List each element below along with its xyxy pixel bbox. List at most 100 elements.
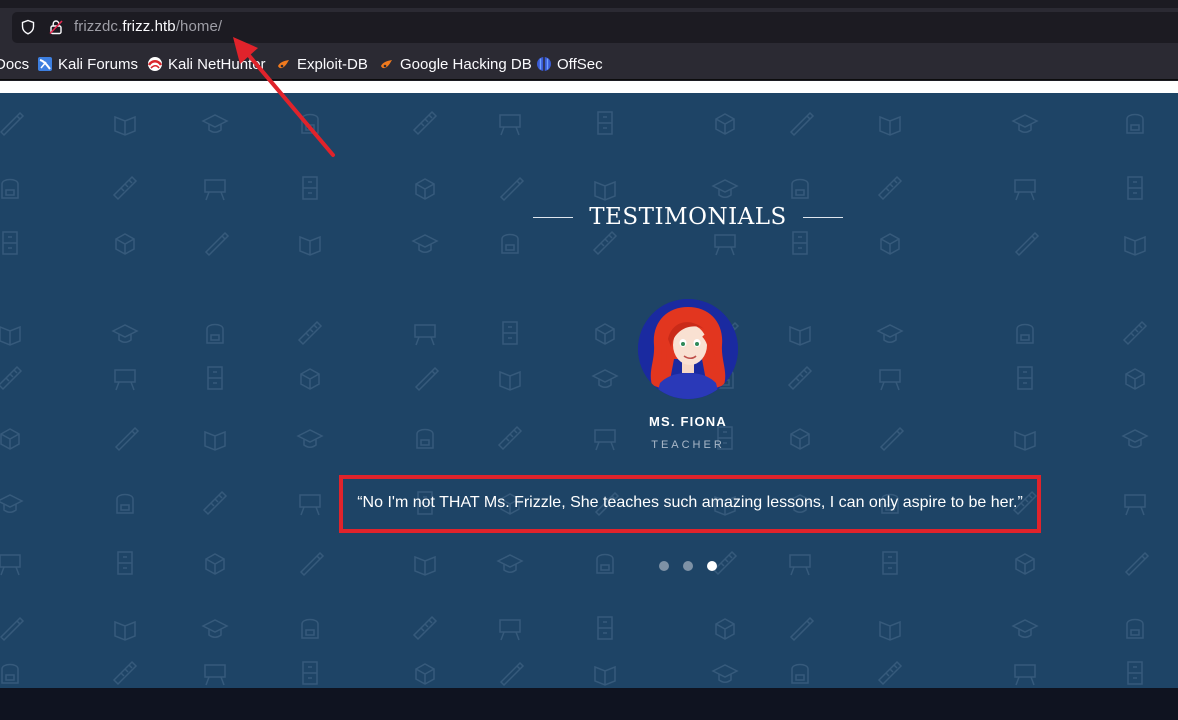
doodle-icon [414, 555, 436, 576]
testimonial-author-role: TEACHER [651, 439, 725, 451]
doodle-icon [879, 115, 901, 136]
doodle-icon [715, 618, 735, 640]
bookmark-label: Docs [0, 55, 30, 73]
doodle-icon [1124, 494, 1146, 516]
bookmark-kali-forums[interactable]: Kali Forums [37, 54, 138, 74]
doodle-icon [0, 365, 23, 391]
doodle-icon [302, 661, 318, 685]
testimonial-author-name: MS. FIONA [649, 414, 727, 429]
doodle-icon [416, 428, 434, 449]
doodle-icon [792, 231, 808, 255]
doodle-icon [1122, 320, 1148, 346]
doodle-icon [0, 325, 21, 346]
doodle-icon [711, 179, 739, 198]
bookmark-label: Exploit-DB [297, 55, 368, 73]
carousel-dot-2[interactable] [683, 561, 693, 571]
doodle-icon [1125, 368, 1145, 390]
window-top-strip [0, 0, 1178, 8]
doodle-icon [789, 325, 811, 346]
doodle-icon [791, 663, 809, 684]
carousel-dot-3[interactable] [707, 561, 717, 571]
doodle-icon [414, 324, 436, 346]
doodle-icon [412, 615, 438, 641]
testimonial-quote: “No I'm not THAT Ms. Frizzle, She teache… [357, 494, 1023, 511]
bookmark-exploit-db[interactable]: Exploit-DB [276, 54, 368, 74]
doodle-icon [499, 619, 521, 641]
bookmark-label: Kali Forums [58, 55, 139, 73]
address-bar[interactable]: frizzdc.frizz.htb/home/ [12, 12, 1178, 43]
doodle-icon [496, 554, 524, 573]
connection-lock-icon[interactable] [48, 19, 64, 35]
doodle-icon [112, 660, 138, 686]
doodle-icon [1126, 113, 1144, 134]
school-doodle-pattern [0, 110, 1150, 687]
doodle-icon [877, 175, 903, 201]
doodle-icon [412, 110, 438, 136]
doodle-icon [882, 551, 898, 575]
doodle-icon [596, 553, 614, 574]
doodle-icon [1014, 664, 1036, 686]
doodle-icon [499, 661, 525, 687]
bookmarks-toolbar: Docs Kali Forums Kali NetHunter Exploit-… [0, 48, 1178, 80]
doodle-icon [207, 366, 223, 390]
doodle-icon [714, 234, 736, 256]
doodle-icon [111, 324, 139, 343]
kali-forums-icon [38, 57, 52, 71]
doodle-icon [299, 235, 321, 256]
doodle-icon [715, 113, 735, 135]
doodle-icon [1124, 551, 1150, 577]
doodle-icon [791, 178, 809, 199]
url-text[interactable]: frizzdc.frizz.htb/home/ [74, 18, 222, 35]
doodle-icon [1015, 553, 1035, 575]
offsec-icon [537, 57, 551, 71]
doodle-icon [414, 366, 440, 392]
doodle-icon [299, 494, 321, 516]
doodle-icon [1014, 430, 1036, 451]
doodle-icon [301, 618, 319, 639]
quote-highlight-box: “No I'm not THAT Ms. Frizzle, She teache… [339, 475, 1041, 533]
page-bottom-band [0, 688, 1178, 720]
doodle-icon [204, 664, 226, 686]
bookmark-label: Google Hacking DB [400, 55, 532, 73]
doodle-icon [415, 178, 435, 200]
doodle-icon [1127, 176, 1143, 200]
doodle-icon [117, 551, 133, 575]
doodle-icon [114, 115, 136, 136]
kali-nethunter-icon [147, 57, 163, 71]
bookmark-label: OffSec [557, 55, 603, 73]
carousel-indicators [658, 560, 720, 572]
doodle-icon [591, 369, 619, 388]
doodle-icon [297, 320, 323, 346]
doodle-icon [1, 178, 19, 199]
testimonials-heading: TESTIMONIALS [589, 204, 787, 230]
doodle-icon [1127, 661, 1143, 685]
doodle-icon [499, 176, 525, 202]
doodle-icon [499, 114, 521, 136]
doodle-icon [790, 428, 810, 450]
tracking-shield-icon[interactable] [20, 19, 36, 35]
doodle-icon [302, 176, 318, 200]
doodle-icon [205, 553, 225, 575]
doodle-icon [411, 234, 439, 253]
doodle-icon [789, 554, 811, 576]
doodle-icon [789, 111, 815, 137]
bookmark-google-hacking-db[interactable]: Google Hacking DB [379, 54, 532, 74]
doodle-icon [301, 113, 319, 134]
bookmark-docs[interactable]: Docs [0, 54, 29, 74]
bookmark-offsec[interactable]: OffSec [536, 54, 603, 74]
carousel-dot-1[interactable] [659, 561, 669, 571]
bookmark-kali-nethunter[interactable]: Kali NetHunter [147, 54, 266, 74]
doodle-icon [0, 554, 21, 576]
doodle-icon [0, 616, 25, 642]
testimonials-section: TESTIMONIALS MS. FIONA TEACHER “No I'm n… [0, 93, 1178, 688]
red-haired-teacher-avatar-icon [638, 299, 738, 399]
doodle-icon [114, 369, 136, 391]
doodle-icon [1014, 179, 1036, 201]
bookmark-label: Kali NetHunter [168, 55, 266, 73]
doodle-icon [116, 493, 134, 514]
doodle-icon [497, 425, 523, 451]
doodle-icon [0, 111, 25, 137]
doodle-icon [592, 230, 618, 256]
doodle-icon [2, 231, 18, 255]
doodle-icon [595, 323, 615, 345]
